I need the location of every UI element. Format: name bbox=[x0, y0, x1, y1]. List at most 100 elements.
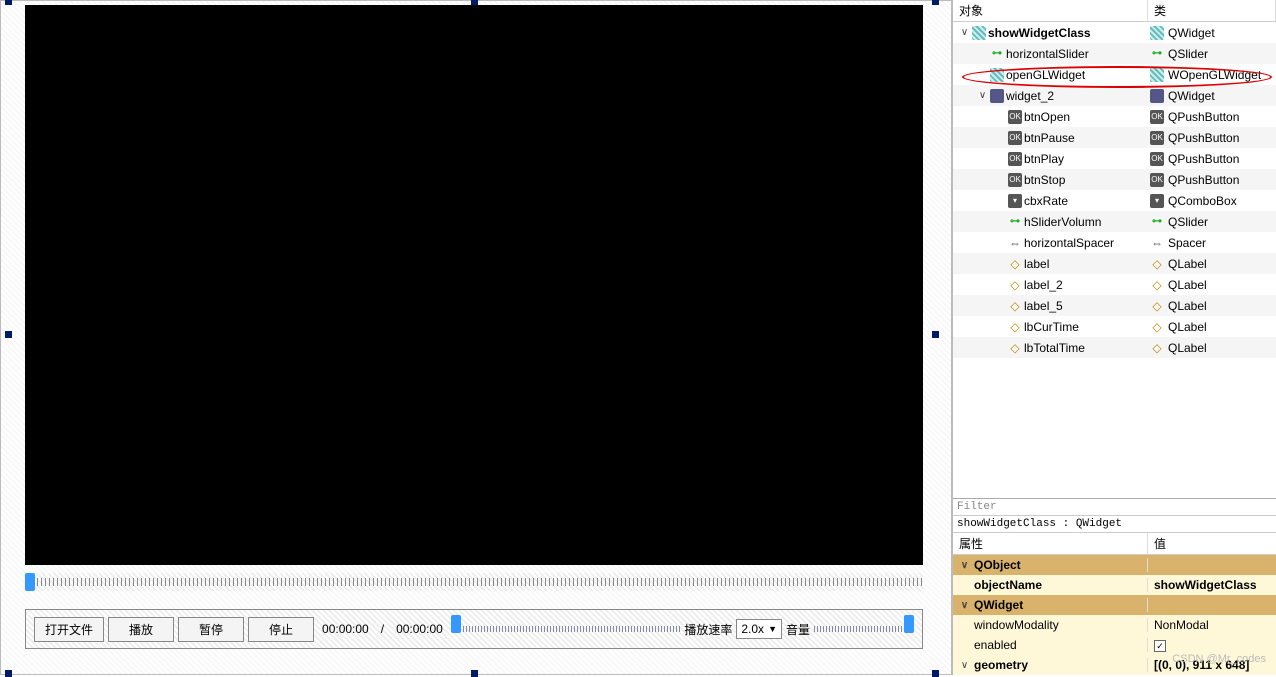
class-name: QComboBox bbox=[1168, 194, 1237, 208]
expand-icon[interactable]: ∨ bbox=[959, 660, 970, 671]
slider-thumb[interactable] bbox=[904, 615, 914, 633]
tree-row[interactable]: ◇lbTotalTime◇QLabel bbox=[953, 337, 1276, 358]
object-name: btnOpen bbox=[1024, 110, 1070, 124]
property-row[interactable]: ∨ geometry [(0, 0), 911 x 648] bbox=[953, 655, 1276, 675]
class-name: QSlider bbox=[1168, 47, 1208, 61]
slider-thumb[interactable] bbox=[25, 573, 35, 591]
resize-handle[interactable] bbox=[5, 331, 12, 338]
slider-thumb[interactable] bbox=[451, 615, 461, 633]
object-name: horizontalSpacer bbox=[1024, 236, 1114, 250]
property-filter[interactable]: Filter bbox=[953, 499, 1276, 516]
class-indicator: showWidgetClass : QWidget bbox=[953, 516, 1276, 533]
tree-row[interactable]: ⊶hSliderVolumn⊶QSlider bbox=[953, 211, 1276, 232]
property-row[interactable]: windowModality NonModal bbox=[953, 615, 1276, 635]
controls-widget: 打开文件 播放 暂停 停止 00:00:00 / 00:00:00 播放速率 2… bbox=[25, 609, 923, 649]
total-time-label: 00:00:00 bbox=[396, 622, 443, 636]
class-name: Spacer bbox=[1168, 236, 1206, 250]
class-name: WOpenGLWidget bbox=[1168, 68, 1261, 82]
open-button[interactable]: 打开文件 bbox=[34, 617, 104, 642]
tree-row[interactable]: ▾cbxRate▾QComboBox bbox=[953, 190, 1276, 211]
object-name: horizontalSlider bbox=[1006, 47, 1089, 61]
tree-row[interactable]: ◇lbCurTime◇QLabel bbox=[953, 316, 1276, 337]
resize-handle[interactable] bbox=[932, 331, 939, 338]
tree-row[interactable]: OKbtnPauseOKQPushButton bbox=[953, 127, 1276, 148]
property-name: windowModality bbox=[974, 618, 1059, 632]
tree-row[interactable]: ∨ widget_2 QWidget bbox=[953, 85, 1276, 106]
resize-handle[interactable] bbox=[471, 670, 478, 677]
class-name: QPushButton bbox=[1168, 152, 1239, 166]
current-time-label: 00:00:00 bbox=[322, 622, 369, 636]
horizontal-slider[interactable] bbox=[25, 573, 923, 591]
header-class[interactable]: 类 bbox=[1148, 0, 1276, 21]
property-value: NonModal bbox=[1154, 618, 1209, 632]
class-name: QLabel bbox=[1168, 278, 1207, 292]
class-name: QPushButton bbox=[1168, 110, 1239, 124]
object-name: label_5 bbox=[1024, 299, 1063, 313]
opengl-widget[interactable] bbox=[25, 5, 923, 565]
object-name: btnPause bbox=[1024, 131, 1075, 145]
property-row[interactable]: enabled ✓ bbox=[953, 635, 1276, 655]
time-separator: / bbox=[381, 622, 384, 636]
class-name: QLabel bbox=[1168, 257, 1207, 271]
class-name: QPushButton bbox=[1168, 131, 1239, 145]
pause-button[interactable]: 暂停 bbox=[178, 617, 244, 642]
resize-handle[interactable] bbox=[5, 670, 12, 677]
class-name: QLabel bbox=[1168, 320, 1207, 334]
rate-label: 播放速率 bbox=[684, 621, 732, 638]
header-value[interactable]: 值 bbox=[1148, 533, 1276, 554]
property-row[interactable]: objectName showWidgetClass bbox=[953, 575, 1276, 595]
tree-row[interactable]: ∨showWidgetClassQWidget bbox=[953, 22, 1276, 43]
tree-row[interactable]: ⇔horizontalSpacer⇔Spacer bbox=[953, 232, 1276, 253]
resize-handle[interactable] bbox=[932, 670, 939, 677]
object-name: lbCurTime bbox=[1024, 320, 1079, 334]
resize-handle[interactable] bbox=[5, 0, 12, 5]
object-name: btnPlay bbox=[1024, 152, 1064, 166]
class-name: QLabel bbox=[1168, 299, 1207, 313]
progress-slider[interactable] bbox=[451, 620, 681, 638]
property-name: QObject bbox=[974, 558, 1021, 572]
stop-button[interactable]: 停止 bbox=[248, 617, 314, 642]
property-name: geometry bbox=[974, 658, 1028, 672]
rate-value: 2.0x bbox=[741, 622, 764, 636]
volume-label: 音量 bbox=[786, 621, 810, 638]
property-value: showWidgetClass bbox=[1154, 578, 1257, 592]
expand-icon[interactable]: ∨ bbox=[977, 90, 988, 101]
property-value: [(0, 0), 911 x 648] bbox=[1154, 658, 1249, 672]
class-name: QSlider bbox=[1168, 215, 1208, 229]
expand-icon[interactable]: ∨ bbox=[959, 560, 970, 571]
property-name: objectName bbox=[974, 578, 1042, 592]
tree-row[interactable]: openGLWidget WOpenGLWidget bbox=[953, 64, 1276, 85]
class-name: QWidget bbox=[1168, 26, 1215, 40]
class-name: QPushButton bbox=[1168, 173, 1239, 187]
class-name: QWidget bbox=[1168, 89, 1215, 103]
property-name: enabled bbox=[974, 638, 1017, 652]
property-row[interactable]: ∨QWidget bbox=[953, 595, 1276, 615]
tree-row[interactable]: OKbtnOpenOKQPushButton bbox=[953, 106, 1276, 127]
object-inspector: 对象 类 ∨showWidgetClassQWidget⊶horizontalS… bbox=[953, 0, 1276, 498]
rate-combobox[interactable]: 2.0x ▼ bbox=[736, 619, 782, 639]
object-name: btnStop bbox=[1024, 173, 1065, 187]
header-property[interactable]: 属性 bbox=[953, 533, 1148, 554]
tree-row[interactable]: OKbtnStopOKQPushButton bbox=[953, 169, 1276, 190]
expand-icon[interactable]: ∨ bbox=[959, 27, 970, 38]
form-designer-canvas[interactable]: 打开文件 播放 暂停 停止 00:00:00 / 00:00:00 播放速率 2… bbox=[0, 0, 952, 675]
tree-row[interactable]: ⊶horizontalSlider⊶QSlider bbox=[953, 43, 1276, 64]
object-name: label_2 bbox=[1024, 278, 1063, 292]
object-name: label bbox=[1024, 257, 1049, 271]
header-object[interactable]: 对象 bbox=[953, 0, 1148, 21]
object-name: widget_2 bbox=[1006, 89, 1054, 103]
property-row[interactable]: ∨ QObject bbox=[953, 555, 1276, 575]
expand-icon[interactable]: ∨ bbox=[959, 600, 970, 611]
class-name: QLabel bbox=[1168, 341, 1207, 355]
tree-row[interactable]: OKbtnPlayOKQPushButton bbox=[953, 148, 1276, 169]
resize-handle[interactable] bbox=[932, 0, 939, 5]
tree-row[interactable]: ◇label_5◇QLabel bbox=[953, 295, 1276, 316]
play-button[interactable]: 播放 bbox=[108, 617, 174, 642]
object-name: openGLWidget bbox=[1006, 68, 1085, 82]
volume-slider[interactable] bbox=[814, 620, 914, 638]
tree-row[interactable]: ◇label_2◇QLabel bbox=[953, 274, 1276, 295]
property-editor: Filter showWidgetClass : QWidget 属性 值 ∨Q… bbox=[953, 498, 1276, 675]
tree-row[interactable]: ◇label◇QLabel bbox=[953, 253, 1276, 274]
checkbox-icon[interactable]: ✓ bbox=[1154, 640, 1166, 652]
object-name: lbTotalTime bbox=[1024, 341, 1085, 355]
